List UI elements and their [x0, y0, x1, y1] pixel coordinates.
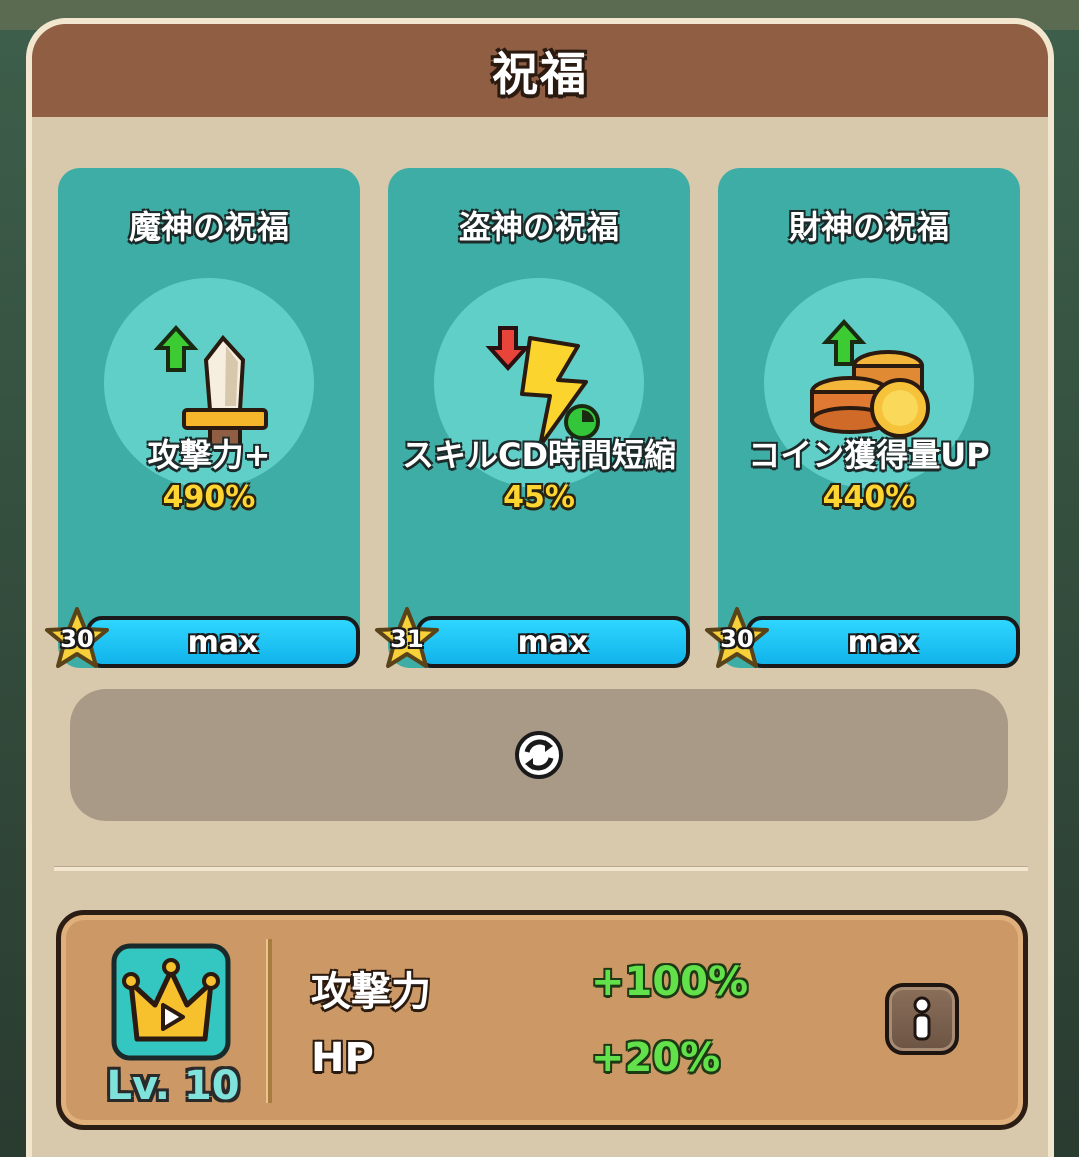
info-button[interactable]	[885, 983, 959, 1055]
card-effect: 攻撃力+	[147, 436, 271, 474]
card-effect: スキルCD時間短縮	[401, 436, 677, 474]
arrow-up-icon	[821, 319, 867, 366]
card-value: 440%	[822, 480, 916, 515]
level-bar-label: max	[517, 624, 589, 660]
star-level: 30	[60, 625, 94, 653]
blessing-card-demon[interactable]: 魔神の祝福 攻撃力+ 490% max 30	[45, 168, 360, 668]
refresh-button[interactable]	[70, 689, 1008, 821]
panel-header: 祝福	[32, 24, 1048, 117]
refresh-icon	[515, 731, 563, 779]
stat-label-attack: 攻撃力	[311, 969, 431, 1015]
coins-icon	[810, 319, 930, 438]
vertical-separator	[266, 939, 272, 1103]
stat-value-attack: +100%	[591, 959, 749, 1005]
star-level: 31	[390, 625, 424, 653]
card-value: 45%	[503, 480, 575, 515]
stat-value-hp: +20%	[591, 1035, 721, 1081]
stat-label-hp: HP	[311, 1035, 374, 1081]
divider	[54, 866, 1028, 871]
arrow-up-icon	[153, 325, 199, 372]
level-bar: max	[416, 616, 690, 668]
arrow-down-icon	[485, 326, 531, 371]
card-title: 魔神の祝福	[128, 208, 289, 246]
bonus-panel: Lv. 10 攻撃力 +100% HP +20%	[56, 910, 1028, 1130]
card-value: 490%	[162, 480, 256, 515]
level-bar-label: max	[847, 624, 919, 660]
level-bar: max	[86, 616, 360, 668]
blessing-card-thief[interactable]: 盗神の祝福 スキルCD時間短縮 45% max 31	[375, 168, 690, 668]
level-bar: max	[746, 616, 1020, 668]
crown-icon[interactable]	[111, 943, 231, 1061]
panel-title: 祝福	[492, 46, 588, 101]
info-icon	[913, 996, 931, 1041]
lightning-icon	[485, 326, 600, 448]
bonus-level: Lv. 10	[106, 1063, 240, 1109]
card-title: 財神の祝福	[788, 208, 949, 246]
card-title: 盗神の祝福	[458, 208, 619, 246]
blessing-panel: 祝福 魔神の祝福 攻撃力+ 490% max 30 盗神の祝福 スキルCD時間短…	[26, 18, 1054, 1157]
blessing-card-wealth[interactable]: 財神の祝福 コイン獲得量UP 440% max 30	[705, 168, 1020, 668]
sword-icon	[153, 325, 268, 448]
card-effect: コイン獲得量UP	[748, 436, 990, 474]
level-bar-label: max	[187, 624, 259, 660]
star-level: 30	[720, 625, 754, 653]
